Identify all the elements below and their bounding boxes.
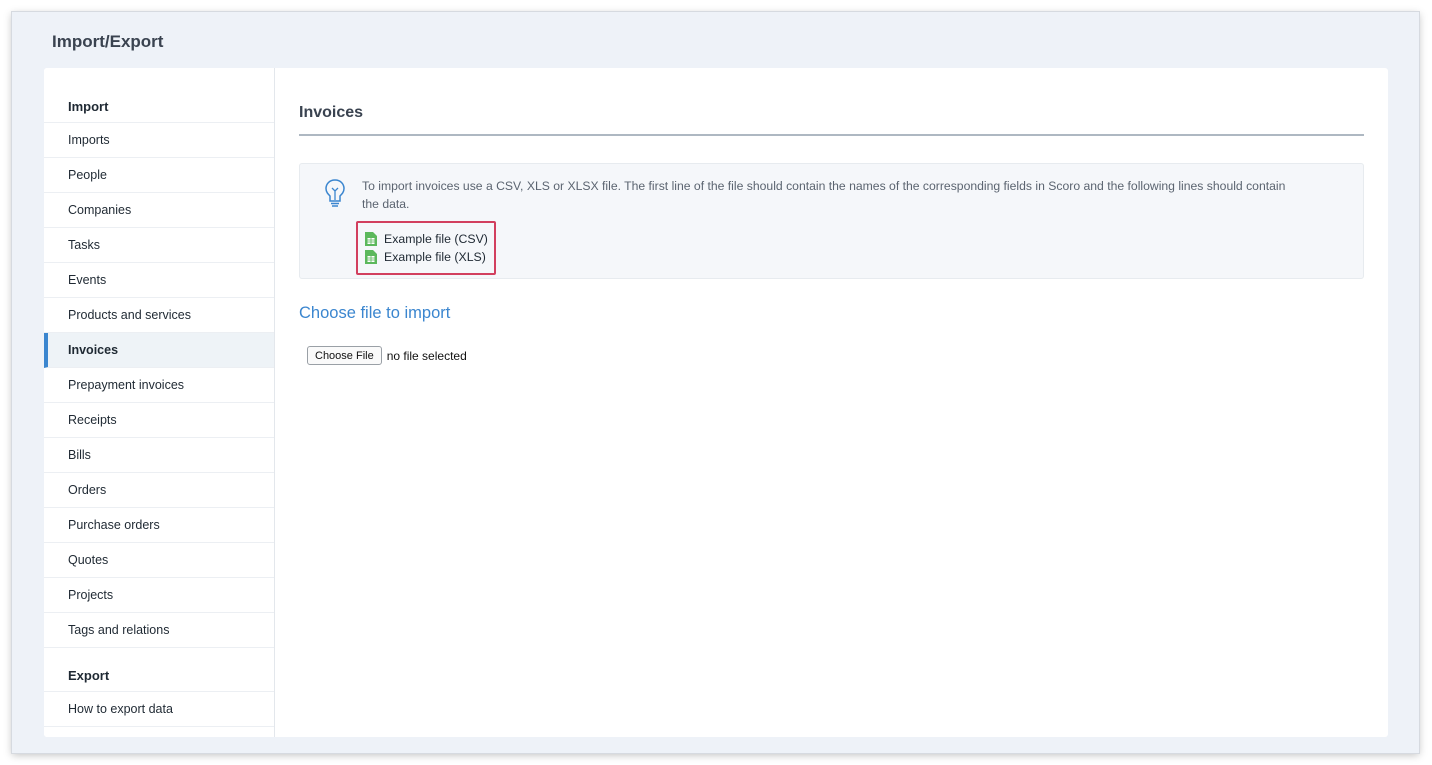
sidebar-item-tags-and-relations[interactable]: Tags and relations — [44, 613, 274, 648]
spreadsheet-icon — [365, 232, 377, 246]
sidebar-item-how-to-export-data[interactable]: How to export data — [44, 692, 274, 727]
file-status-text: no file selected — [386, 348, 467, 363]
sidebar-item-invoices[interactable]: Invoices — [44, 333, 274, 368]
example-file-xls-label: Example file (XLS) — [384, 250, 486, 264]
sidebar-item-tasks[interactable]: Tasks — [44, 228, 274, 263]
page-title: Import/Export — [52, 32, 164, 51]
example-file-csv-label: Example file (CSV) — [384, 232, 488, 246]
sidebar: Import Imports People Companies Tasks Ev… — [44, 68, 275, 737]
sidebar-item-companies[interactable]: Companies — [44, 193, 274, 228]
sidebar-item-products-and-services[interactable]: Products and services — [44, 298, 274, 333]
section-title: Invoices — [299, 104, 1364, 136]
sidebar-item-purchase-orders[interactable]: Purchase orders — [44, 508, 274, 543]
sidebar-item-bills[interactable]: Bills — [44, 438, 274, 473]
choose-file-title: Choose file to import — [299, 304, 451, 322]
info-box: To import invoices use a CSV, XLS or XLS… — [299, 163, 1364, 279]
lightbulb-icon — [325, 179, 345, 207]
spreadsheet-icon — [365, 250, 377, 264]
sidebar-import-heading: Import — [44, 68, 274, 123]
sidebar-item-quotes[interactable]: Quotes — [44, 543, 274, 578]
content-card: Import Imports People Companies Tasks Ev… — [44, 68, 1388, 737]
sidebar-export-heading: Export — [44, 648, 274, 692]
sidebar-item-prepayment-invoices[interactable]: Prepayment invoices — [44, 368, 274, 403]
main-content: Invoices To import invoices use a CSV, X… — [299, 68, 1364, 737]
sidebar-item-events[interactable]: Events — [44, 263, 274, 298]
file-input: Choose File no file selected — [307, 346, 467, 365]
sidebar-item-people[interactable]: People — [44, 158, 274, 193]
app-window: Import/Export Import Imports People Comp… — [12, 12, 1419, 753]
sidebar-item-orders[interactable]: Orders — [44, 473, 274, 508]
sidebar-item-imports[interactable]: Imports — [44, 123, 274, 158]
example-file-csv-link[interactable]: Example file (CSV) — [365, 230, 494, 248]
sidebar-item-projects[interactable]: Projects — [44, 578, 274, 613]
sidebar-item-receipts[interactable]: Receipts — [44, 403, 274, 438]
choose-file-button[interactable]: Choose File — [307, 346, 382, 365]
example-files-group: Example file (CSV) Example file (XLS) — [356, 221, 496, 275]
info-text: To import invoices use a CSV, XLS or XLS… — [362, 179, 1286, 211]
example-file-xls-link[interactable]: Example file (XLS) — [365, 248, 494, 266]
